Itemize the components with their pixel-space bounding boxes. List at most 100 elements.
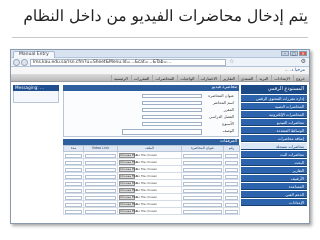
form-field-input[interactable] — [142, 121, 202, 126]
video-link-input[interactable] — [85, 202, 116, 207]
menu-item[interactable]: خروج — [292, 75, 307, 81]
header-user-text: مرحبا د. ... — [284, 68, 305, 73]
lecture-title-cell — [181, 158, 224, 166]
choose-file-button[interactable]: Choose File — [119, 188, 137, 193]
video-link-input[interactable] — [85, 195, 116, 200]
choose-file-button[interactable]: Choose File — [119, 202, 137, 207]
number-cell — [223, 165, 240, 173]
choose-file-button[interactable]: Choose File — [119, 209, 137, 214]
choose-file-button[interactable]: Choose File — [119, 160, 137, 165]
menu-item[interactable]: المقررات — [130, 75, 152, 81]
table-row: Choose File No file chosen — [63, 151, 240, 159]
lecture-title-input[interactable] — [183, 160, 222, 165]
bookmark-star-icon[interactable]: ☆ — [229, 58, 234, 66]
video-link-input[interactable] — [85, 153, 116, 158]
form-field-input[interactable] — [142, 107, 202, 112]
sidebar-item[interactable]: محاضرات البث — [241, 151, 307, 158]
video-link-input[interactable] — [85, 209, 116, 214]
sidebar-item[interactable]: الأرشيف — [241, 175, 307, 182]
video-link-input[interactable] — [85, 174, 116, 179]
minimize-button[interactable]: – — [281, 51, 289, 56]
number-input[interactable] — [225, 167, 238, 172]
file-cell: Choose File No file chosen — [117, 193, 182, 201]
lecture-title-input[interactable] — [183, 174, 222, 179]
duration-cell — [63, 193, 84, 201]
number-input[interactable] — [225, 209, 238, 214]
video-link-input[interactable] — [85, 188, 116, 193]
duration-input[interactable] — [65, 174, 82, 179]
attachments-table: مدة Video Link الملف عنوان المحاضرة رقم Choo… — [63, 145, 240, 215]
choose-file-button[interactable]: Choose File — [119, 174, 137, 179]
form-field-label: اسم المحاضر — [212, 100, 234, 105]
table-row: Choose File No file chosen — [63, 158, 240, 166]
duration-input[interactable] — [65, 209, 82, 214]
duration-cell — [63, 179, 84, 187]
number-input[interactable] — [225, 181, 238, 186]
number-input[interactable] — [225, 202, 238, 207]
video-link-input[interactable] — [85, 181, 116, 186]
sidebar-item[interactable]: إضافة محاضرات — [241, 135, 307, 142]
menu-item[interactable]: المحاضرات — [152, 75, 176, 81]
duration-input[interactable] — [65, 195, 82, 200]
menu-item[interactable]: البريد — [256, 75, 270, 81]
file-cell: Choose File No file chosen — [117, 186, 182, 194]
number-input[interactable] — [225, 160, 238, 165]
sidebar-item[interactable]: المساعدة — [241, 183, 307, 190]
sidebar-item[interactable]: الوسائط المتعددة — [241, 127, 307, 134]
menu-item[interactable]: المنتدى — [237, 75, 255, 81]
choose-file-button[interactable]: Choose File — [119, 181, 137, 186]
lecture-title-input[interactable] — [183, 188, 222, 193]
settings-wrench-icon[interactable]: ⚙ — [301, 58, 306, 66]
menu-item[interactable]: الواجبات — [177, 75, 196, 81]
form-field-input[interactable] — [142, 100, 202, 105]
choose-file-button[interactable]: Choose File — [119, 167, 137, 172]
sidebar-item[interactable]: المحاضرات الإلكترونية — [241, 111, 307, 118]
lecture-title-input[interactable] — [183, 209, 222, 214]
menu-item[interactable]: الإعدادات — [271, 75, 292, 81]
form-field-input[interactable] — [142, 114, 202, 119]
menu-item[interactable]: الاختبارات — [197, 75, 219, 81]
url-input[interactable]: lms.kau.edu.sa/rsn.cfm?u=Sheet&Menu.Id=.… — [30, 59, 226, 66]
choose-file-button[interactable]: Choose File — [119, 153, 137, 158]
back-icon[interactable] — [13, 59, 20, 66]
sidebar-item[interactable]: التقارير — [241, 167, 307, 174]
form-field-input[interactable] — [122, 128, 202, 135]
lecture-title-input[interactable] — [183, 195, 222, 200]
menu-item[interactable]: التقارير — [219, 75, 237, 81]
lecture-title-input[interactable] — [183, 153, 222, 158]
number-input[interactable] — [225, 188, 238, 193]
number-cell — [223, 207, 240, 215]
sidebar-item[interactable]: محاضرات مسجلة — [241, 143, 307, 150]
duration-input[interactable] — [65, 153, 82, 158]
file-cell: Choose File No file chosen — [117, 207, 182, 215]
duration-input[interactable] — [65, 167, 82, 172]
form-field-input[interactable] — [142, 93, 202, 98]
video-link-cell — [83, 151, 118, 159]
lecture-title-input[interactable] — [183, 181, 222, 186]
maximize-button[interactable]: □ — [290, 51, 298, 56]
duration-input[interactable] — [65, 202, 82, 207]
forward-icon[interactable] — [21, 59, 28, 66]
video-link-input[interactable] — [85, 160, 116, 165]
browser-tab[interactable]: Manual Entry — [13, 51, 55, 58]
sidebar-item[interactable]: المحاضرات النصية — [241, 103, 307, 110]
number-input[interactable] — [225, 195, 238, 200]
video-link-input[interactable] — [85, 167, 116, 172]
sidebar-item[interactable]: محاضرات الفيديو — [241, 119, 307, 126]
lecture-title-input[interactable] — [183, 167, 222, 172]
lecture-title-input[interactable] — [183, 202, 222, 207]
number-input[interactable] — [225, 153, 238, 158]
close-button[interactable]: × — [299, 51, 307, 56]
duration-input[interactable] — [65, 188, 82, 193]
duration-input[interactable] — [65, 181, 82, 186]
address-bar: lms.kau.edu.sa/rsn.cfm?u=Sheet&Menu.Id=.… — [11, 58, 309, 67]
video-link-cell — [83, 172, 118, 180]
choose-file-button[interactable]: Choose File — [119, 195, 137, 200]
duration-input[interactable] — [65, 160, 82, 165]
menu-item[interactable]: الرئيسية — [110, 75, 130, 81]
sidebar-item[interactable]: البحث — [241, 159, 307, 166]
sidebar-item[interactable]: الإعدادات — [241, 199, 307, 206]
sidebar-item[interactable]: الدعم الفني — [241, 191, 307, 198]
number-input[interactable] — [225, 174, 238, 179]
sidebar-item[interactable]: إدارة مقررات المحتوى الرقمي — [241, 95, 307, 102]
